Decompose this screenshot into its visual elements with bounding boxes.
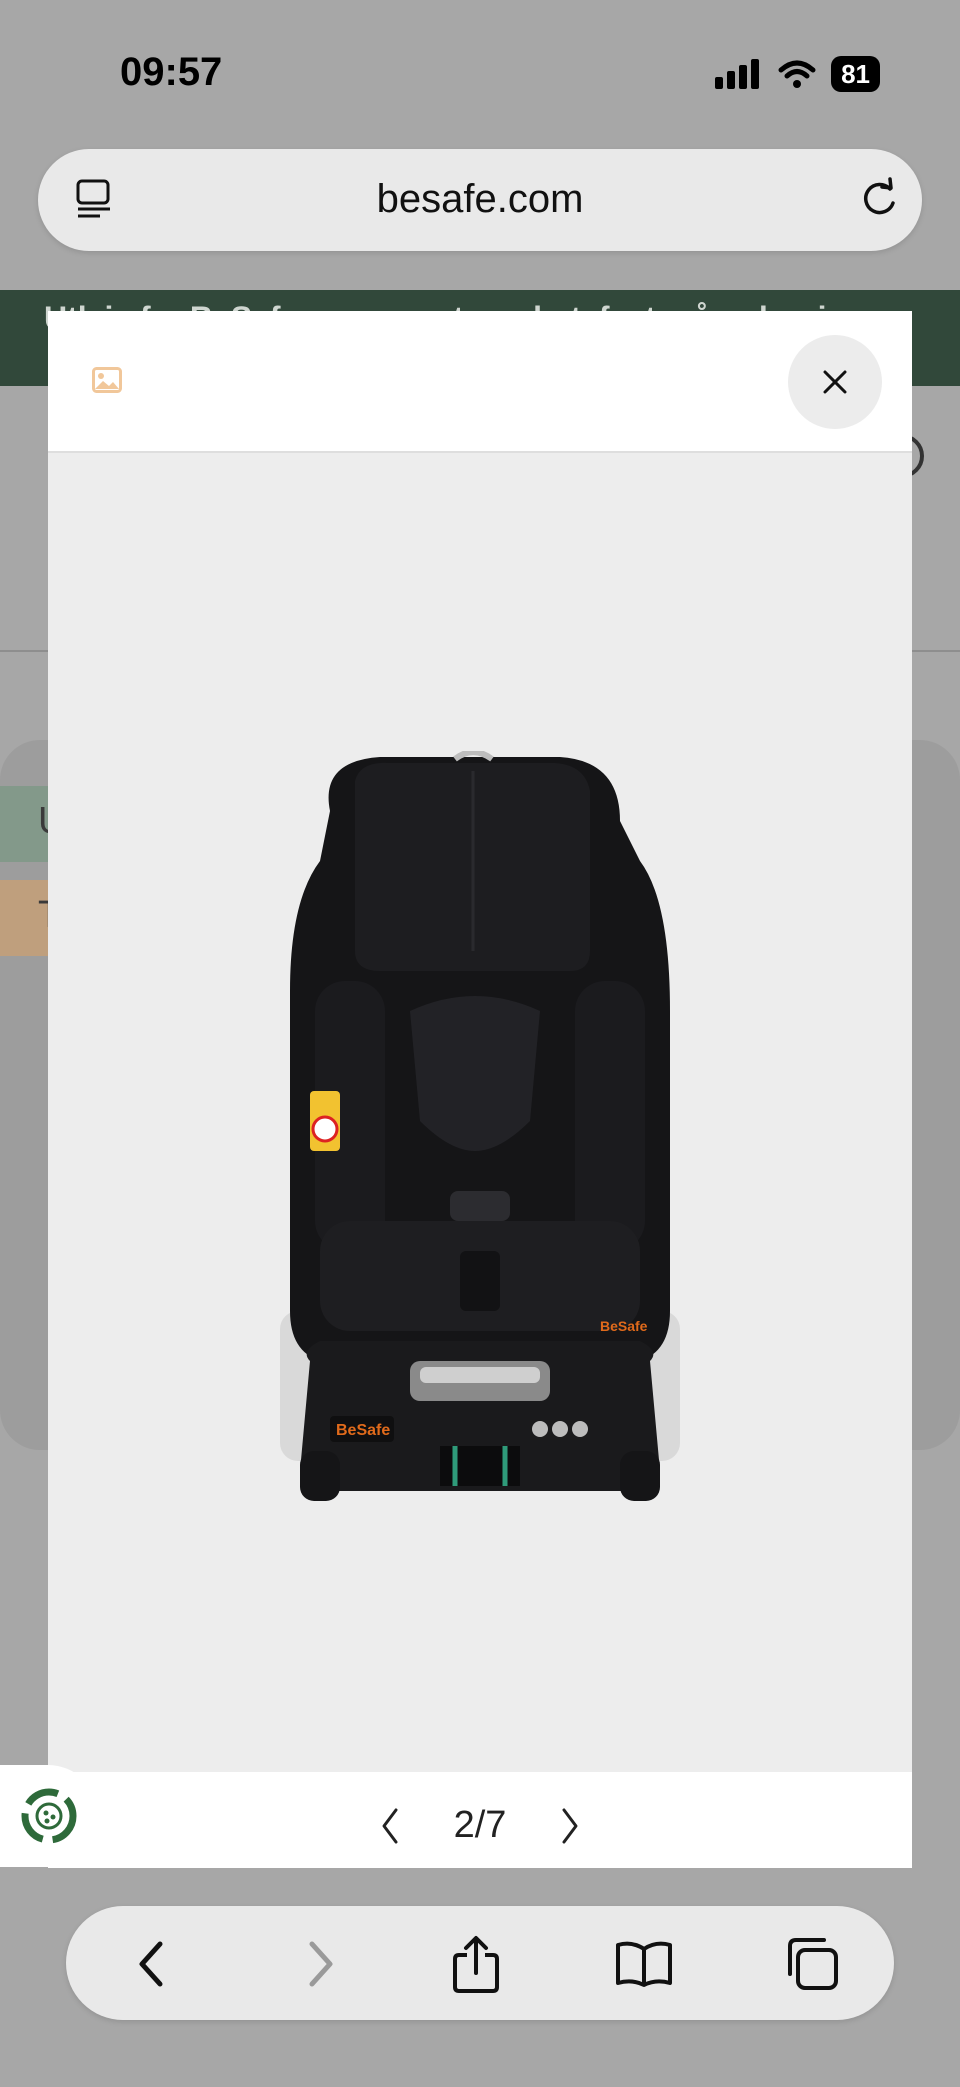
image-icon (92, 367, 122, 393)
bookmarks-button[interactable] (614, 1934, 674, 1994)
address-bar[interactable]: besafe.com (38, 149, 922, 251)
chevron-left-icon[interactable] (378, 1806, 402, 1846)
image-gallery-modal: BeSafe BeSafe 2/7 (48, 311, 912, 1868)
close-button[interactable] (788, 335, 882, 429)
url-text[interactable]: besafe.com (38, 177, 922, 222)
recycle-icon (21, 1788, 77, 1844)
wifi-icon (778, 60, 816, 88)
svg-text:BeSafe: BeSafe (600, 1318, 648, 1334)
modal-header (48, 311, 912, 453)
status-time: 09:57 (120, 50, 223, 94)
recycle-widget-button[interactable] (0, 1765, 98, 1867)
car-seat-image: BeSafe BeSafe (280, 751, 680, 1501)
gallery-pager: 2/7 (48, 1772, 912, 1868)
back-icon (139, 1941, 163, 1987)
cellular-signal-icon (715, 59, 760, 89)
browser-toolbar (66, 1906, 894, 2020)
svg-text:BeSafe: BeSafe (336, 1422, 390, 1439)
book-icon (616, 1941, 672, 1987)
pager-count: 2/7 (453, 1804, 507, 1846)
close-icon (823, 370, 847, 394)
share-icon (453, 1936, 499, 1993)
reload-icon[interactable] (858, 177, 900, 221)
share-button[interactable] (446, 1934, 506, 1994)
chevron-right-icon[interactable] (558, 1806, 582, 1846)
tabs-icon (788, 1938, 838, 1990)
forward-icon (309, 1941, 333, 1987)
status-icons: 81 (715, 56, 880, 92)
battery-indicator: 81 (831, 56, 880, 92)
forward-button[interactable] (290, 1934, 350, 1994)
tabs-button[interactable] (782, 1934, 842, 1994)
back-button[interactable] (122, 1934, 182, 1994)
